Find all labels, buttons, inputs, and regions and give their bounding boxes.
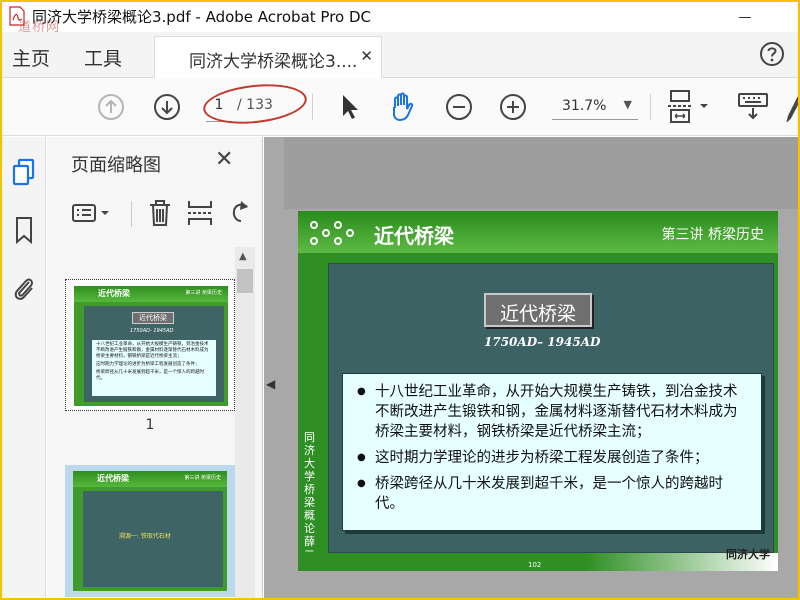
zoom-dropdown[interactable]: 31.7% ▼ (552, 92, 638, 120)
chevron-down-icon: ▼ (623, 98, 632, 111)
mini-bullet: 这时期力学理论的进步为桥梁工程发展创造了条件； (96, 362, 200, 367)
slide-side-text: 同济大学 桥梁概论 薛二乐 (304, 431, 315, 571)
main-toolbar: 1 / 133 31.7% ▼ (2, 78, 798, 136)
mini-bullet: 十八世纪工业革命，从开始大规模生产铸铁，到冶金技术不断改进产生锻铁和钢，金属材料… (96, 342, 209, 359)
tab-close-button[interactable]: ✕ (360, 47, 373, 65)
delete-page-icon[interactable] (145, 197, 175, 229)
page-thumbnail-selected[interactable]: 近代桥梁 第三讲 桥梁历史 溯源一: 铁取代石材 (65, 465, 235, 597)
mini-slide-header: 近代桥梁 第三讲 桥梁历史 (73, 471, 227, 487)
mini-slide-title: 近代桥梁 (97, 474, 129, 483)
panel-toolbar-divider (131, 201, 132, 227)
tab-home[interactable]: 主页 (12, 44, 50, 71)
slide-header: 近代桥梁 第三讲 桥梁历史 (298, 211, 778, 253)
panel-close-button[interactable]: ✕ (215, 147, 233, 172)
tab-tools[interactable]: 工具 (84, 44, 122, 71)
edit-pen-icon[interactable] (786, 92, 798, 122)
previous-page-icon[interactable] (96, 92, 126, 122)
zoom-value: 31.7% (562, 98, 607, 114)
slide-page-number: 102 (528, 561, 542, 569)
mini-bullet: 桥梁跨径从几十米发展到超千米，是一个惊人的跨越时代。 (96, 370, 204, 381)
toolbar-divider (312, 94, 313, 120)
left-rail (2, 137, 46, 598)
keyboard-icon[interactable] (736, 90, 770, 124)
mini-slide-heading: 近代桥梁 (132, 312, 174, 324)
extract-page-icon[interactable] (185, 197, 215, 229)
slide-bullet-box: 十八世纪工业革命，从开始大规模生产铸铁，到冶金技术不断改进产生锻铁和钢，金属材料… (342, 373, 762, 531)
next-page-icon[interactable] (152, 92, 182, 122)
mini-slide-header: 近代桥梁 第三讲 桥梁历史 (74, 286, 228, 302)
mini-slide-body: 近代桥梁 1750AD- 1945AD 十八世纪工业革命，从开始大规模生产铸铁，… (84, 306, 224, 402)
mini-slide: 近代桥梁 第三讲 桥梁历史 溯源一: 铁取代石材 (73, 471, 227, 591)
pdf-page: 近代桥梁 第三讲 桥梁历史 同济大学 桥梁概论 薛二乐 近代桥梁 1750AD–… (298, 211, 778, 571)
tab-bar: 主页 工具 同济大学桥梁概论3.... ✕ (2, 32, 798, 78)
bookmark-icon[interactable] (10, 215, 38, 245)
mini-slide-date: 1750AD- 1945AD (130, 328, 174, 334)
thumbnail-scrollbar[interactable]: ▲ (235, 247, 255, 598)
slide-bullet: 桥梁跨径从几十米发展到超千米，是一个惊人的跨越时代。 (355, 474, 749, 514)
thumbnail-frame: 近代桥梁 第三讲 桥梁历史 近代桥梁 1750AD- 1945AD 十八世纪工业… (65, 279, 235, 411)
collapse-panel-icon[interactable]: ◀ (266, 377, 275, 391)
help-icon[interactable] (758, 40, 786, 68)
slide-title: 近代桥梁 (374, 224, 454, 248)
thumbnail-page-number: 1 (145, 417, 155, 433)
thumbnail-options-icon[interactable] (71, 199, 115, 229)
zoom-out-icon[interactable] (444, 92, 474, 122)
zoom-in-icon[interactable] (498, 92, 528, 122)
fit-page-icon[interactable] (666, 88, 712, 126)
mini-slide-title: 近代桥梁 (98, 289, 130, 298)
slide-logo-dots-icon (310, 221, 354, 245)
acrobat-window: 同济大学桥梁概论3.pdf - Adobe Acrobat Pro DC 道桥网… (2, 2, 798, 598)
slide-heading: 近代桥梁 (499, 303, 576, 325)
mini-slide-caption: 溯源一: 铁取代石材 (119, 533, 171, 540)
slide-bullet: 十八世纪工业革命，从开始大规模生产铸铁，到冶金技术不断改进产生锻铁和钢，金属材料… (355, 382, 749, 442)
window-title: 同济大学桥梁概论3.pdf - Adobe Acrobat Pro DC (32, 8, 372, 26)
page-thumbnail[interactable]: 近代桥梁 第三讲 桥梁历史 近代桥梁 1750AD- 1945AD 十八世纪工业… (65, 279, 235, 433)
minimize-button[interactable]: — (722, 2, 768, 32)
mini-slide-subtitle: 第三讲 桥梁历史 (185, 290, 222, 296)
thumbnail-frame-selected: 近代桥梁 第三讲 桥梁历史 溯源一: 铁取代石材 (65, 465, 235, 597)
panel-toolbar (47, 193, 263, 233)
previous-page-remnant (284, 137, 798, 209)
school-logo: 同济大学 (726, 548, 770, 561)
slide-bullet: 这时期力学理论的进步为桥梁工程发展创造了条件； (355, 448, 749, 468)
title-bar: 同济大学桥梁概论3.pdf - Adobe Acrobat Pro DC 道桥网… (2, 2, 798, 35)
slide-subtitle: 第三讲 桥梁历史 (661, 227, 764, 243)
page-thumbnails-icon[interactable] (10, 157, 38, 187)
panel-title: 页面缩略图 (71, 155, 161, 176)
tab-document-label: 同济大学桥梁概论3.... (189, 52, 358, 72)
slide-heading-box: 近代桥梁 (484, 293, 592, 327)
scrollbar-thumb[interactable] (237, 269, 253, 293)
mini-slide: 近代桥梁 第三讲 桥梁历史 近代桥梁 1750AD- 1945AD 十八世纪工业… (74, 286, 228, 406)
tab-document[interactable]: 同济大学桥梁概论3.... ✕ (154, 36, 382, 78)
toolbar-divider (650, 94, 651, 120)
mini-slide-subtitle: 第三讲 桥梁历史 (184, 475, 221, 481)
thumbnails-panel: 页面缩略图 ✕ 近代桥梁 第三讲 桥梁历史 近代桥梁 1750AD- 1945A… (47, 137, 263, 598)
attachment-icon[interactable] (10, 273, 38, 303)
slide-side-strip: 同济大学 桥梁概论 薛二乐 (298, 253, 328, 571)
rotate-page-icon[interactable] (225, 197, 255, 229)
thumbnail-list: 近代桥梁 第三讲 桥梁历史 近代桥梁 1750AD- 1945AD 十八世纪工业… (57, 247, 237, 598)
hand-tool-icon[interactable] (386, 90, 420, 124)
mini-slide-body: 溯源一: 铁取代石材 (83, 491, 223, 587)
mini-slide-bullets: 十八世纪工业革命，从开始大规模生产铸铁，到冶金技术不断改进产生锻铁和钢，金属材料… (92, 340, 216, 396)
slide-date-range: 1750AD– 1945AD (484, 335, 601, 349)
scroll-up-icon[interactable]: ▲ (239, 251, 247, 262)
select-cursor-icon[interactable] (336, 92, 362, 122)
